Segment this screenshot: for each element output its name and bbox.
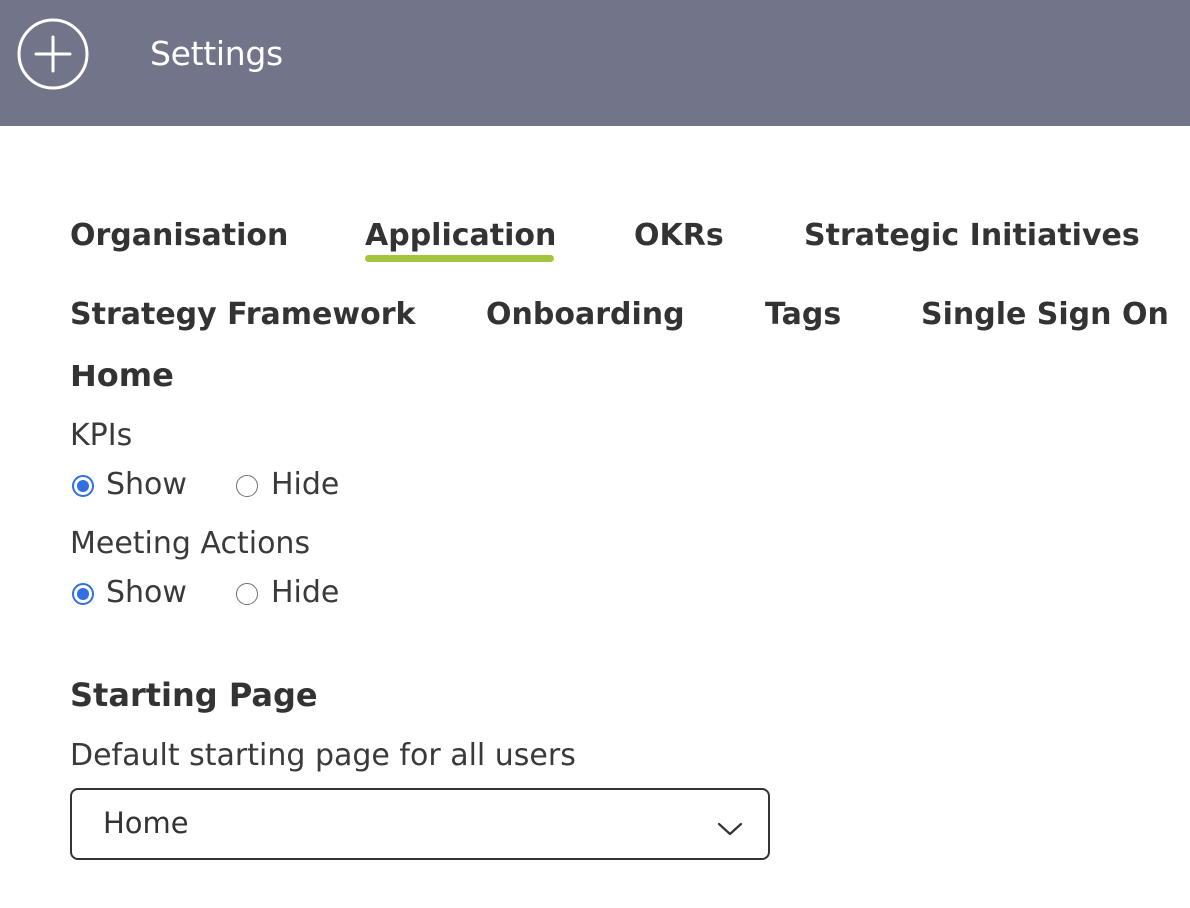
kpis-hide-radio[interactable] [236, 475, 258, 497]
tab-strategy-framework[interactable]: Strategy Framework [70, 296, 415, 334]
active-tab-indicator [365, 255, 554, 262]
chevron-down-icon [717, 822, 743, 836]
meeting-actions-show-label[interactable]: Show [106, 575, 187, 610]
tab-single-sign-on[interactable]: Single Sign On [921, 296, 1169, 334]
tab-onboarding[interactable]: Onboarding [486, 296, 685, 334]
starting-page-selected-value: Home [103, 806, 189, 840]
kpis-show-radio[interactable] [72, 475, 94, 497]
meeting-actions-hide-radio[interactable] [236, 583, 258, 605]
kpis-label: KPIs [70, 418, 133, 453]
tab-tags[interactable]: Tags [765, 296, 841, 334]
kpis-show-label[interactable]: Show [106, 467, 187, 502]
meeting-actions-label: Meeting Actions [70, 526, 311, 561]
add-button[interactable] [17, 18, 89, 90]
tab-application[interactable]: Application [365, 217, 556, 255]
starting-page-select[interactable]: Home [70, 788, 770, 860]
plus-circle-icon [17, 18, 89, 90]
meeting-actions-hide-label[interactable]: Hide [271, 575, 339, 610]
tab-organisation[interactable]: Organisation [70, 217, 288, 255]
tab-okrs[interactable]: OKRs [634, 217, 724, 255]
section-title-home: Home [70, 365, 174, 394]
header-bar: Settings [0, 0, 1190, 126]
page-title: Settings [150, 34, 283, 73]
tab-strategic-initiatives[interactable]: Strategic Initiatives [804, 217, 1140, 255]
section-title-starting-page: Starting Page [70, 676, 318, 714]
kpis-hide-label[interactable]: Hide [271, 467, 339, 502]
meeting-actions-show-radio[interactable] [72, 583, 94, 605]
starting-page-label: Default starting page for all users [70, 738, 576, 773]
